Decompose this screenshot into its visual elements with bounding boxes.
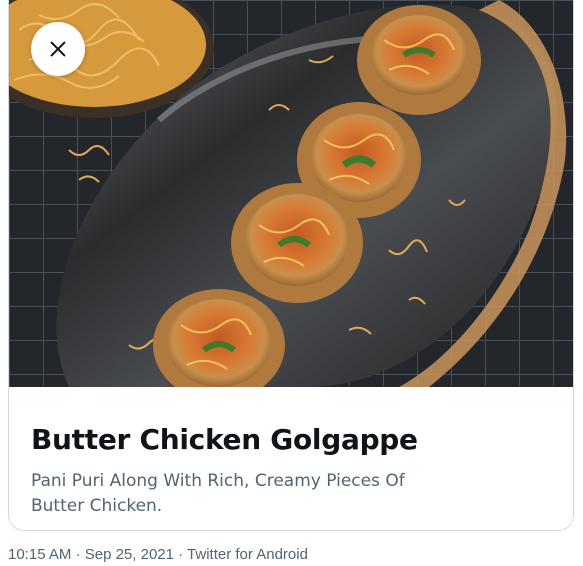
card-image[interactable] <box>9 0 573 387</box>
meta-separator: · <box>173 546 188 563</box>
card-text-area[interactable]: Butter Chicken Golgappe Pani Puri Along … <box>9 387 573 530</box>
tweet-source: Twitter for Android <box>187 546 308 563</box>
tweet-time: 10:15 AM <box>8 546 72 563</box>
tweet-timestamp-link[interactable]: 10:15 AM · Sep 25, 2021 <box>8 546 174 563</box>
close-button[interactable] <box>31 22 85 76</box>
meta-separator: · <box>71 546 85 563</box>
card-title: Butter Chicken Golgappe <box>31 423 418 456</box>
link-preview-card[interactable]: Butter Chicken Golgappe Pani Puri Along … <box>8 0 574 531</box>
card-description: Pani Puri Along With Rich, Creamy Pieces… <box>31 471 405 516</box>
tweet-date: Sep 25, 2021 <box>84 546 174 563</box>
tweet-link-card-container: Butter Chicken Golgappe Pani Puri Along … <box>0 0 583 566</box>
tweet-metadata: 10:15 AM · Sep 25, 2021 · Twitter for An… <box>8 546 308 563</box>
food-photo <box>9 0 573 387</box>
close-icon <box>50 41 66 57</box>
